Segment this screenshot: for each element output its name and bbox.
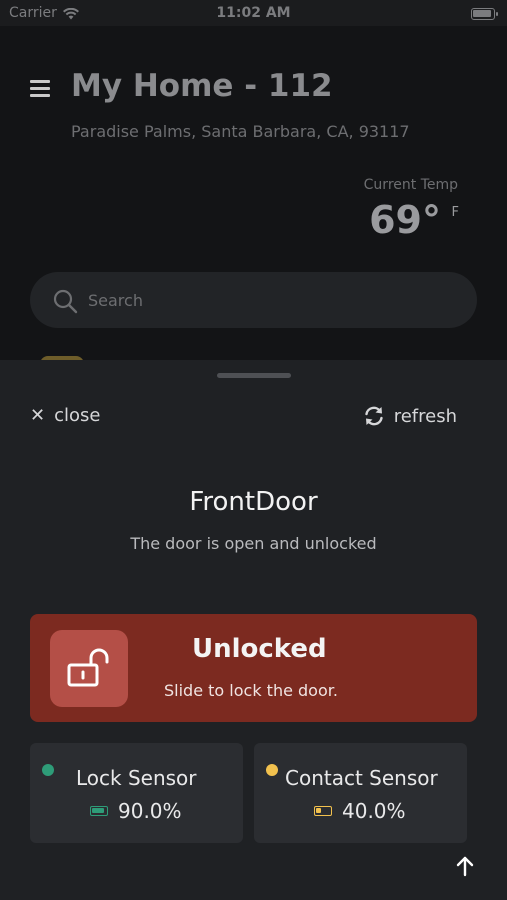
current-temp-value: 69° xyxy=(369,198,441,242)
search-icon xyxy=(52,288,78,314)
lock-sensor-card: Lock Sensor 90.0% xyxy=(30,743,243,843)
status-bar: Carrier 11:02 AM xyxy=(0,0,507,26)
clock: 11:02 AM xyxy=(216,5,291,21)
sensor-battery: 40.0% xyxy=(314,799,406,823)
search-input[interactable] xyxy=(88,272,458,328)
lock-slider[interactable]: Unlocked Slide to lock the door. xyxy=(30,614,477,722)
battery-value: 90.0% xyxy=(118,799,182,823)
sheet-drag-handle[interactable] xyxy=(217,373,291,378)
battery-icon xyxy=(314,806,332,816)
device-name: FrontDoor xyxy=(189,487,318,517)
search-bar[interactable] xyxy=(30,272,477,328)
battery-icon xyxy=(471,8,498,20)
device-description: The door is open and unlocked xyxy=(130,534,377,553)
home-header: My Home - 112 Paradise Palms, Santa Barb… xyxy=(0,26,507,368)
home-title: My Home - 112 xyxy=(71,68,333,104)
battery-icon xyxy=(90,806,108,816)
refresh-button[interactable]: refresh xyxy=(363,405,457,427)
unlock-icon xyxy=(67,648,109,687)
arrow-up-icon xyxy=(456,856,474,877)
status-dot xyxy=(42,764,54,776)
sensor-battery: 90.0% xyxy=(90,799,182,823)
lock-hint: Slide to lock the door. xyxy=(164,681,338,700)
sensor-name: Contact Sensor xyxy=(285,766,438,790)
contact-sensor-card: Contact Sensor 40.0% xyxy=(254,743,467,843)
status-dot xyxy=(266,764,278,776)
lock-slider-thumb[interactable] xyxy=(50,630,128,707)
lock-status: Unlocked xyxy=(192,634,327,664)
close-label: close xyxy=(54,405,101,426)
current-temp-unit: F xyxy=(451,205,459,220)
battery-value: 40.0% xyxy=(342,799,406,823)
scroll-to-top-button[interactable] xyxy=(453,854,477,878)
device-detail-sheet: ✕ close refresh FrontDoor The door is op… xyxy=(0,360,507,900)
current-temp-label: Current Temp xyxy=(363,177,458,193)
refresh-label: refresh xyxy=(393,405,457,427)
close-icon: ✕ xyxy=(30,405,46,426)
home-address: Paradise Palms, Santa Barbara, CA, 93117 xyxy=(71,122,410,141)
sensor-name: Lock Sensor xyxy=(76,766,197,790)
menu-icon[interactable] xyxy=(30,80,50,98)
refresh-icon xyxy=(363,405,385,427)
close-button[interactable]: ✕ close xyxy=(30,405,100,426)
